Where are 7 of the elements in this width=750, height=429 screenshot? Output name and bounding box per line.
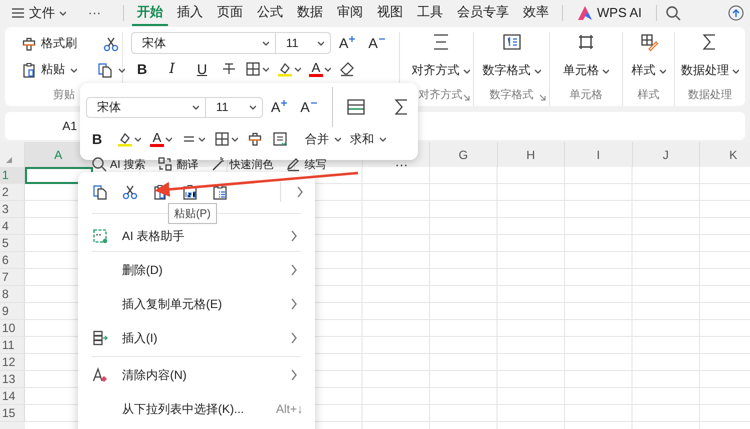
group-label: 单元格: [570, 88, 603, 103]
group-label: 对齐方式: [418, 88, 463, 103]
group-label: 剪贴: [53, 88, 75, 103]
group-label: 数字格式: [490, 88, 534, 103]
group-label: 样式: [638, 88, 660, 103]
group-label: 数据处理: [688, 88, 732, 103]
paste-tooltip: 粘贴(P): [168, 203, 217, 224]
